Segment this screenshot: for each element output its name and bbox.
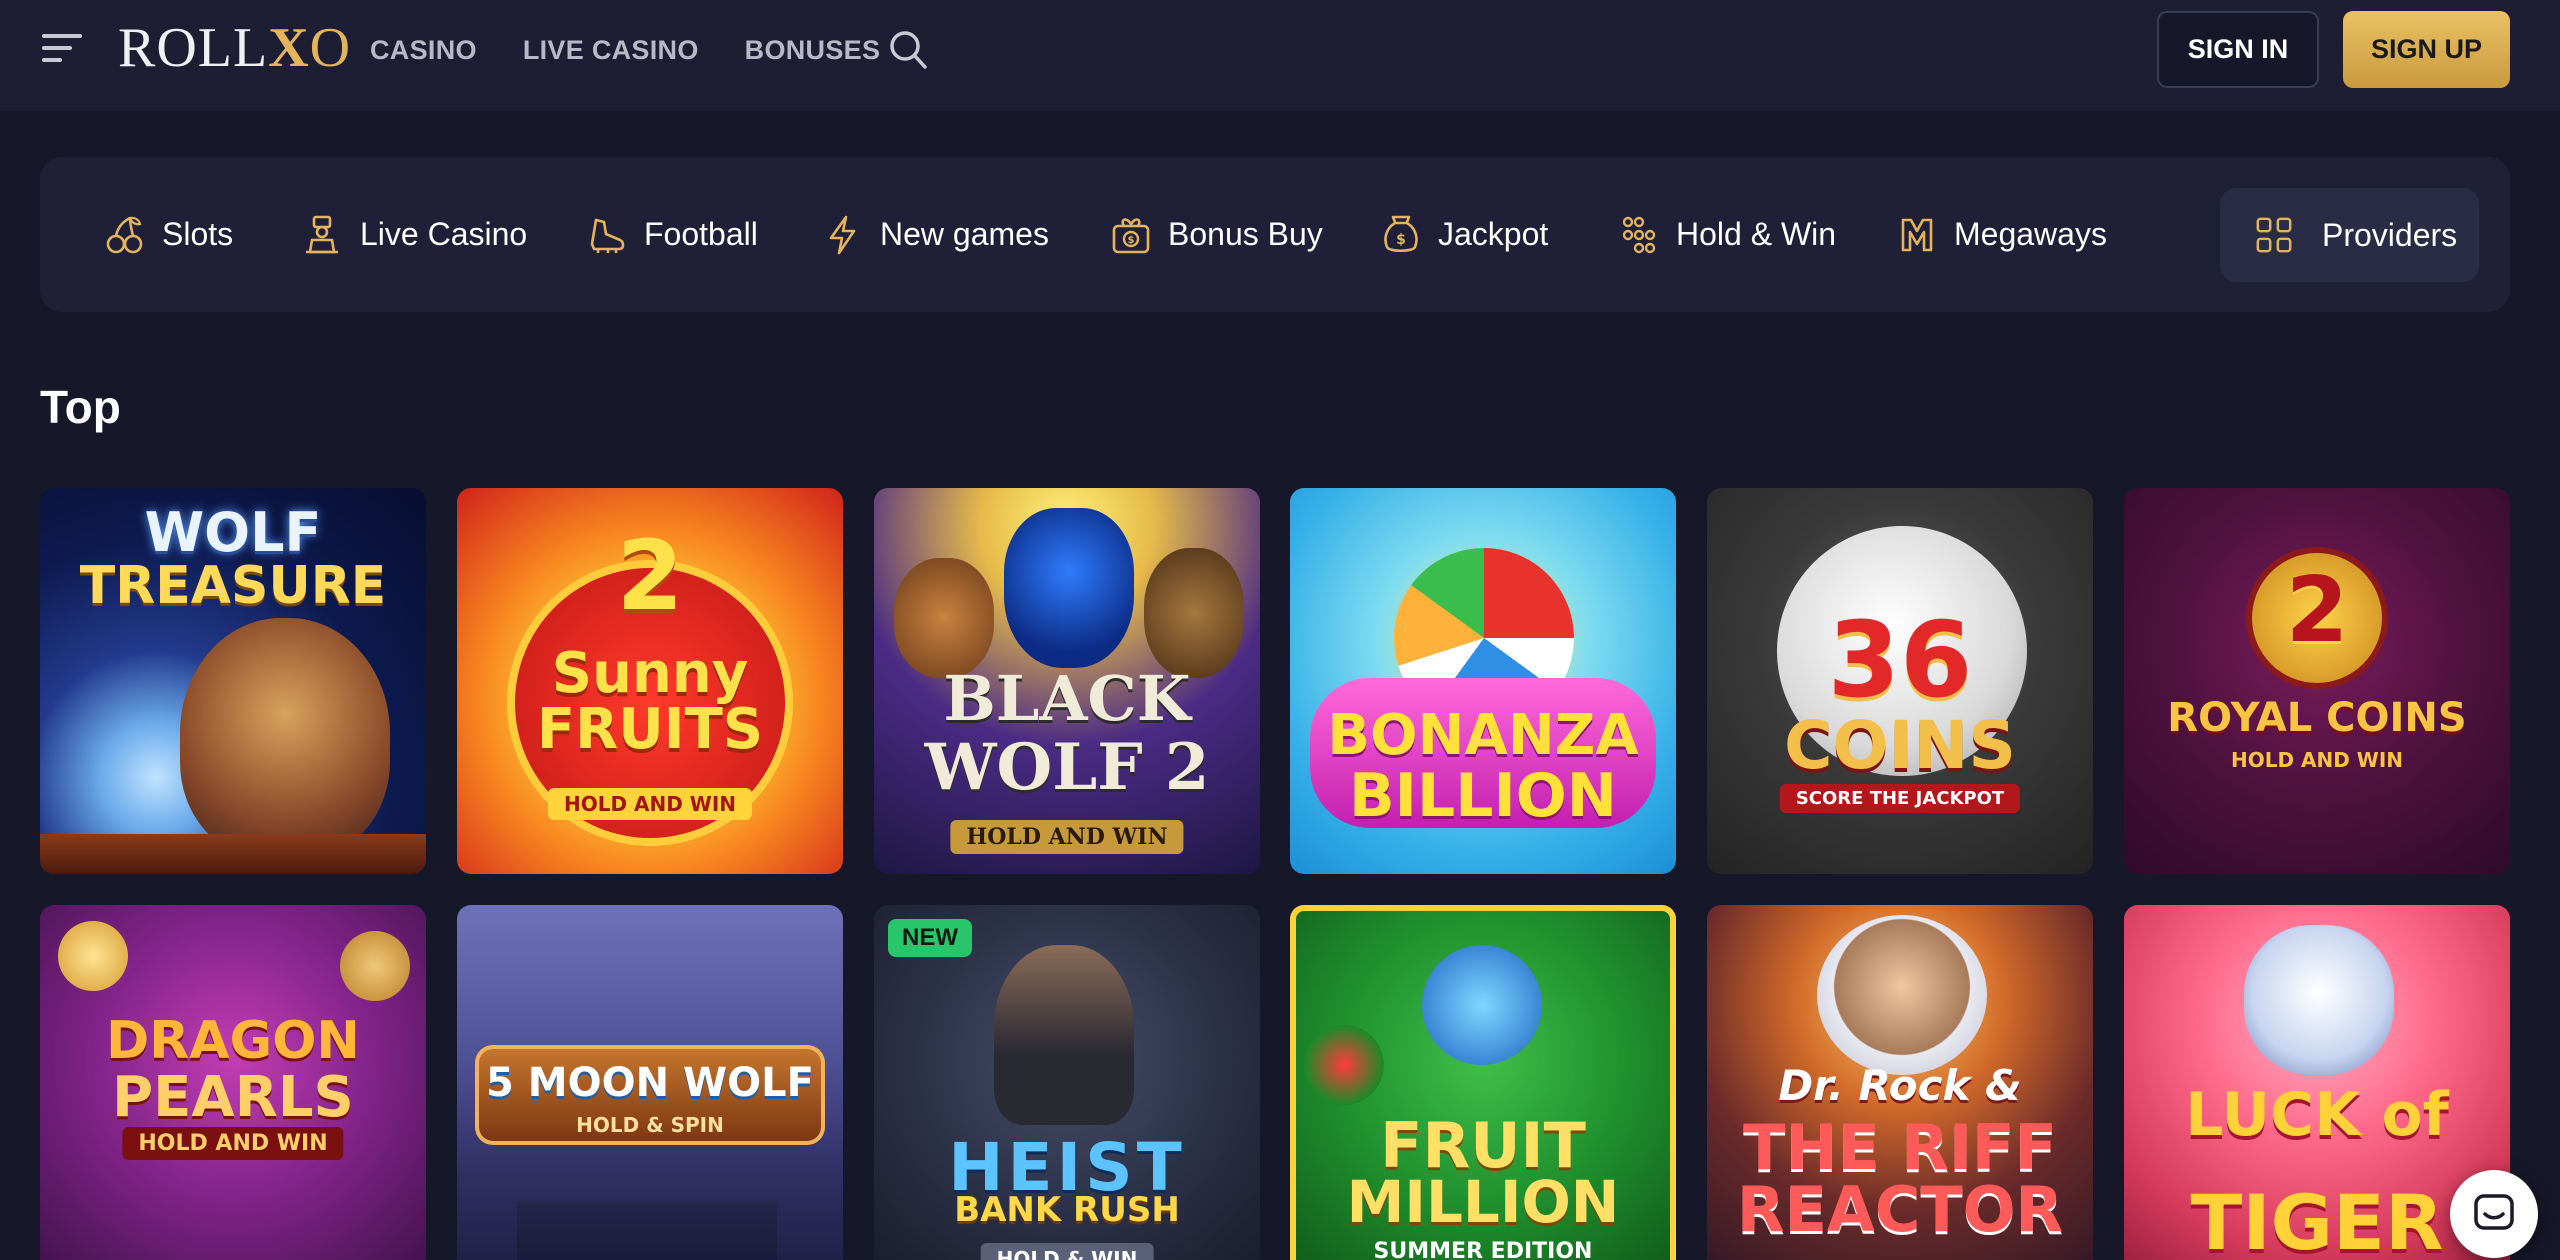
game-tile-dragon-pearls[interactable]: DRAGON PEARLS HOLD AND WIN xyxy=(40,905,426,1260)
game-title-line2: COINS xyxy=(1784,707,2016,784)
top-header: ROLL X O CASINO LIVE CASINO BONUSES SIGN I… xyxy=(0,0,2560,111)
river-illustration xyxy=(517,1201,777,1260)
nav-bonuses[interactable]: BONUSES xyxy=(745,35,881,66)
cherries-icon xyxy=(106,216,143,253)
support-chat-button[interactable] xyxy=(2450,1170,2538,1258)
game-title-line2: Sunny FRUITS xyxy=(536,641,764,762)
game-tile-heist-bank-rush[interactable]: NEW HEIST BANK RUSH HOLD & WIN xyxy=(874,905,1260,1260)
lightning-icon xyxy=(829,215,856,254)
category-label: Bonus Buy xyxy=(1168,216,1323,252)
new-badge: NEW xyxy=(888,919,972,957)
providers-button[interactable]: Providers xyxy=(2220,188,2479,282)
game-title-line1: BONANZA xyxy=(1327,703,1639,768)
football-boot-icon xyxy=(590,218,625,253)
providers-label: Providers xyxy=(2322,216,2458,253)
sign-up-button[interactable]: SIGN UP xyxy=(2343,11,2510,88)
game-title-line1: LUCK of xyxy=(2185,1080,2449,1150)
chat-icon xyxy=(2474,1194,2514,1230)
rock-ground xyxy=(40,834,426,874)
category-bonus-buy[interactable]: $ Bonus Buy xyxy=(1110,157,1323,312)
wolf-illustration xyxy=(180,618,390,858)
nav-casino[interactable]: CASINO xyxy=(370,35,477,66)
game-subtitle: HOLD & WIN xyxy=(980,1243,1154,1260)
category-football[interactable]: Football xyxy=(586,157,758,312)
game-subtitle: HOLD & SPIN xyxy=(576,1113,724,1137)
category-live-casino[interactable]: Live Casino xyxy=(302,157,527,312)
logo-text: ROLL xyxy=(118,17,269,79)
game-title-line2: WOLF 2 xyxy=(924,730,1210,805)
game-title-line2: TREASURE xyxy=(79,556,387,616)
game-title-line1: Dr. Rock & xyxy=(1778,1061,2022,1110)
money-bag-icon: $ xyxy=(1384,215,1418,252)
dots-grid-icon xyxy=(1622,216,1656,253)
tiger-illustration xyxy=(2244,925,2394,1075)
category-new-games[interactable]: New games xyxy=(822,157,1049,312)
game-subtitle: SUMMER EDITION xyxy=(1373,1239,1593,1260)
search-icon[interactable] xyxy=(888,29,928,71)
game-tile-wolf-treasure[interactable]: WOLF TREASURE xyxy=(40,488,426,874)
category-label: Megaways xyxy=(1954,216,2107,252)
game-subtitle: SCORE THE JACKPOT xyxy=(1779,784,2021,813)
bee-illustration xyxy=(1422,945,1542,1065)
sign-in-button[interactable]: SIGN IN xyxy=(2157,11,2319,88)
wolf-illustration xyxy=(1004,508,1134,668)
game-tile-moon-wolf[interactable]: 5 MOON WOLF HOLD & SPIN xyxy=(457,905,843,1260)
game-title-line1: 2 xyxy=(2285,558,2349,663)
gift-coin-icon: $ xyxy=(1112,217,1150,253)
game-tile-fruit-million[interactable]: FRUIT MILLION SUMMER EDITION xyxy=(1290,905,1676,1260)
dealer-icon xyxy=(306,215,338,253)
game-title-line2: BILLION xyxy=(1348,761,1618,831)
owl-illustration xyxy=(1144,548,1244,678)
game-tile-36-coins[interactable]: 36 COINS SCORE THE JACKPOT xyxy=(1707,488,2093,874)
game-title-line1: 5 MOON WOLF xyxy=(486,1060,814,1106)
game-tile-sunny-fruits[interactable]: 2 Sunny FRUITS HOLD AND WIN xyxy=(457,488,843,874)
category-label: Football xyxy=(644,216,758,252)
game-tile-dr-rock[interactable]: Dr. Rock & THE RIFF REACTOR xyxy=(1707,905,2093,1260)
megaways-icon xyxy=(1901,218,1933,251)
game-subtitle: HOLD AND WIN xyxy=(950,820,1184,854)
svg-text:$: $ xyxy=(1128,235,1135,246)
category-label: Jackpot xyxy=(1438,216,1549,252)
watermelon-illustration xyxy=(1304,1025,1384,1105)
category-jackpot[interactable]: $ Jackpot xyxy=(1380,157,1548,312)
game-title-line1: 36 xyxy=(1827,599,1973,721)
game-tile-bonanza-billion[interactable]: BONANZA BILLION xyxy=(1290,488,1676,874)
game-title-line1: DRAGON xyxy=(106,1011,360,1071)
coin-illustration xyxy=(340,931,410,1001)
category-megaways[interactable]: Megaways xyxy=(1896,157,2107,312)
svg-text:$: $ xyxy=(1396,232,1406,248)
nav-live-casino[interactable]: LIVE CASINO xyxy=(523,35,699,66)
game-subtitle: HOLD AND WIN xyxy=(2230,748,2404,772)
game-tile-royal-coins-2[interactable]: 2 ROYAL COINS HOLD AND WIN xyxy=(2124,488,2510,874)
rollxo-logo[interactable]: ROLL X O xyxy=(118,17,352,79)
lynx-illustration xyxy=(894,558,994,678)
hamburger-menu-icon[interactable] xyxy=(42,32,82,64)
category-label: Live Casino xyxy=(360,216,528,252)
category-hold-and-win[interactable]: Hold & Win xyxy=(1618,157,1836,312)
logo-end: O xyxy=(309,17,352,79)
category-label: Slots xyxy=(162,216,234,252)
category-slots[interactable]: Slots xyxy=(104,157,233,312)
game-tile-black-wolf-2[interactable]: BLACK WOLF 2 HOLD AND WIN xyxy=(874,488,1260,874)
game-title-line1: BLACK xyxy=(943,662,1191,735)
game-subtitle: HOLD AND WIN xyxy=(547,788,753,820)
logo-accent: X xyxy=(268,17,310,79)
category-bar: Slots Live Casino Football New games $ B… xyxy=(40,157,2510,312)
game-title-line1: WOLF xyxy=(144,501,322,564)
heist-crew-illustration xyxy=(994,945,1134,1125)
pearl-illustration xyxy=(58,921,128,991)
game-title-line2: THE RIFF REACTOR xyxy=(1736,1111,2064,1246)
category-label: Hold & Win xyxy=(1676,216,1837,252)
game-title-line1: 2 xyxy=(616,520,684,632)
game-subtitle: HOLD AND WIN xyxy=(122,1127,344,1160)
main-nav: CASINO LIVE CASINO BONUSES xyxy=(370,0,880,100)
category-label: New games xyxy=(880,216,1049,252)
game-title-line2: BANK RUSH xyxy=(954,1190,1180,1230)
game-title-line2: MILLION xyxy=(1346,1168,1620,1236)
game-title-line2: PEARLS xyxy=(112,1065,354,1130)
section-title: Top xyxy=(40,381,121,433)
game-title-line2: ROYAL COINS xyxy=(2167,695,2467,741)
dr-rock-illustration xyxy=(1817,915,1987,1075)
grid-icon xyxy=(2256,217,2292,253)
